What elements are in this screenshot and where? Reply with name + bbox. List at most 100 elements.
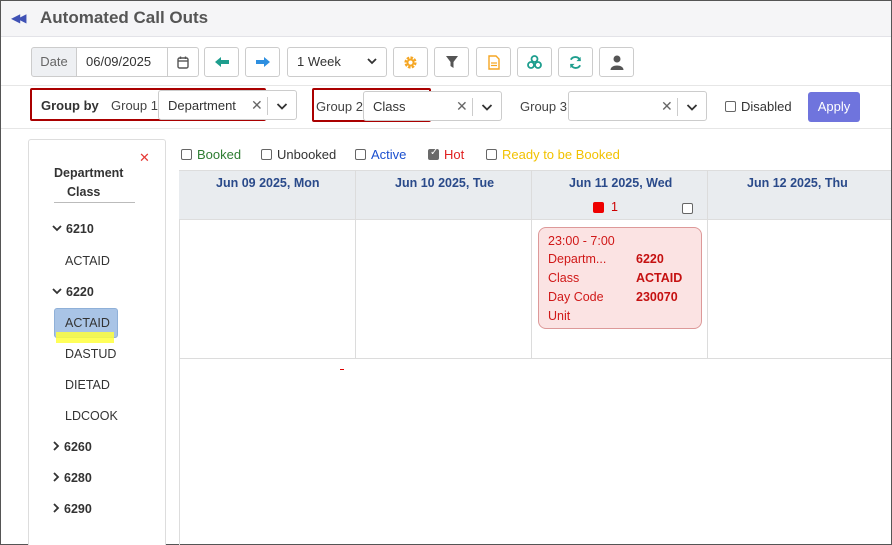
divider — [267, 97, 268, 115]
column-divider — [707, 170, 708, 359]
column-divider — [355, 170, 356, 359]
hot-count: 1 — [611, 200, 618, 214]
tree-group-label: 6280 — [64, 471, 92, 485]
calendar-button[interactable] — [167, 47, 199, 77]
tree-group-6290[interactable]: 6290 — [51, 502, 92, 516]
legend-label: Unbooked — [277, 147, 337, 162]
chevron-down-icon — [52, 285, 66, 299]
legend-label: Hot — [444, 147, 465, 162]
clear-group1-icon[interactable]: ✕ — [251, 97, 263, 114]
divider — [677, 98, 678, 116]
highlighter-mark — [56, 332, 114, 343]
day-header-mon: Jun 09 2025, Mon — [216, 176, 320, 190]
chevron-down-icon[interactable] — [686, 98, 698, 119]
gear-icon — [404, 55, 417, 69]
settings-button[interactable] — [393, 47, 428, 77]
tree-group-6210[interactable]: 6210 — [52, 222, 94, 236]
close-panel-icon[interactable]: ✕ — [139, 150, 150, 166]
next-button[interactable] — [245, 47, 280, 77]
user-button[interactable] — [599, 47, 634, 77]
tree-group-label: 6220 — [66, 285, 94, 299]
chevron-right-icon — [51, 471, 64, 485]
row-divider — [179, 358, 891, 359]
cluster-button[interactable] — [517, 47, 552, 77]
chevron-down-icon — [367, 48, 377, 86]
event-department-label: Departm... — [548, 252, 607, 266]
tree-item-actaid-selected[interactable]: ACTAID — [65, 316, 110, 330]
tree-item-ldcook[interactable]: LDCOOK — [65, 409, 118, 423]
tree-group-label: 6290 — [64, 502, 92, 516]
group3-select[interactable]: ✕ — [568, 91, 707, 121]
chevron-right-icon — [51, 440, 64, 454]
hot-indicator-icon — [593, 202, 604, 213]
disabled-label: Disabled — [741, 99, 792, 114]
chevron-right-icon — [51, 502, 64, 516]
person-icon — [610, 55, 623, 70]
tree-header-class: Class — [67, 185, 101, 199]
tree-item-dastud[interactable]: DASTUD — [65, 347, 116, 361]
tree-group-6280[interactable]: 6280 — [51, 471, 92, 485]
group-by-label: Group by — [41, 98, 99, 113]
checkbox-icon — [181, 149, 192, 160]
previous-button[interactable] — [204, 47, 239, 77]
legend-label: Booked — [197, 147, 242, 162]
tree-group-label: 6260 — [64, 440, 92, 454]
tree-group-label: 6210 — [66, 222, 94, 236]
period-value: 1 Week — [297, 54, 341, 69]
group2-select[interactable]: Class ✕ — [363, 91, 502, 121]
divider — [54, 202, 135, 203]
cluster-icon — [527, 55, 542, 69]
day-header-thu: Jun 12 2025, Thu — [747, 176, 848, 190]
tree-group-6260[interactable]: 6260 — [51, 440, 92, 454]
calendar-icon — [177, 56, 189, 69]
event-unit-label: Unit — [548, 309, 571, 323]
calendar-body — [179, 220, 891, 545]
filter-button[interactable] — [434, 47, 469, 77]
checkbox-icon — [355, 149, 366, 160]
page-title: Automated Call Outs — [40, 8, 209, 27]
group2-label: Group 2 — [316, 99, 363, 114]
divider — [1, 128, 891, 129]
tree-item-dietad[interactable]: DIETAD — [65, 378, 110, 392]
legend-active[interactable]: Active — [355, 147, 406, 162]
collapse-sidebar-icon[interactable]: ◀◀ — [11, 11, 27, 25]
arrow-right-icon — [255, 57, 270, 67]
group1-label: Group 1 — [111, 98, 158, 113]
tree-item-actaid[interactable]: ACTAID — [65, 254, 110, 268]
filter-icon — [445, 56, 458, 68]
clear-group3-icon[interactable]: ✕ — [661, 98, 673, 115]
clear-group2-icon[interactable]: ✕ — [456, 98, 468, 115]
date-label: Date — [31, 47, 77, 77]
refresh-button[interactable] — [558, 47, 593, 77]
divider — [1, 85, 891, 86]
export-document-button[interactable] — [476, 47, 511, 77]
legend-hot[interactable]: Hot — [428, 147, 464, 162]
chevron-down-icon[interactable] — [481, 98, 493, 119]
legend-unbooked[interactable]: Unbooked — [261, 147, 336, 162]
checkbox-checked-icon — [428, 147, 439, 160]
event-time: 23:00 - 7:00 — [548, 234, 615, 248]
event-department-value: 6220 — [636, 252, 664, 266]
group1-select[interactable]: Department ✕ — [158, 90, 297, 120]
disabled-checkbox[interactable]: Disabled — [725, 99, 792, 114]
legend-label: Active — [371, 147, 407, 162]
stray-mark — [340, 369, 344, 370]
period-select[interactable]: 1 Week — [287, 47, 387, 77]
chevron-down-icon — [52, 222, 66, 236]
day-select-checkbox[interactable] — [682, 203, 693, 214]
group3-label: Group 3 — [520, 99, 567, 114]
event-class-label: Class — [548, 271, 580, 285]
legend-label: Ready to be Booked — [502, 147, 620, 162]
event-class-value: ACTAID — [636, 271, 683, 285]
chevron-down-icon[interactable] — [276, 97, 288, 118]
apply-button[interactable]: Apply — [808, 92, 860, 122]
legend-booked[interactable]: Booked — [181, 147, 241, 162]
checkbox-icon — [261, 149, 272, 160]
legend-ready-to-be-booked[interactable]: Ready to be Booked — [486, 147, 620, 162]
tree-group-6220[interactable]: 6220 — [52, 285, 94, 299]
date-input[interactable]: 06/09/2025 — [76, 47, 168, 77]
column-divider — [531, 170, 532, 359]
refresh-icon — [569, 55, 582, 69]
event-daycode-value: 230070 — [636, 290, 678, 304]
arrow-left-icon — [214, 57, 229, 67]
